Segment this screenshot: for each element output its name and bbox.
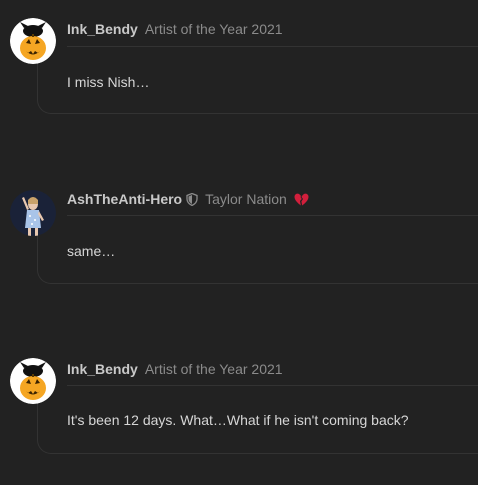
username[interactable]: Ink_Bendy xyxy=(67,361,138,377)
post-header: AshTheAnti-Hero Taylor Nation xyxy=(67,189,309,209)
user-rank: Artist of the Year 2021 xyxy=(144,361,283,377)
divider xyxy=(67,46,478,47)
singer-avatar-icon xyxy=(10,190,56,236)
user-rank: Artist of the Year 2021 xyxy=(144,21,283,37)
post-header: Ink_Bendy Artist of the Year 2021 xyxy=(67,19,283,39)
post-message: It's been 12 days. What…What if he isn't… xyxy=(67,412,409,428)
post-message: same… xyxy=(67,243,116,259)
user-avatar[interactable] xyxy=(10,18,56,64)
post-2: AshTheAnti-Hero Taylor Nation same… xyxy=(0,188,478,308)
post-message: I miss Nish… xyxy=(67,74,150,90)
user-avatar[interactable] xyxy=(10,358,56,404)
shield-icon xyxy=(186,192,198,206)
post-header: Ink_Bendy Artist of the Year 2021 xyxy=(67,359,283,379)
username[interactable]: AshTheAnti-Hero xyxy=(67,191,182,207)
divider xyxy=(67,215,478,216)
post-3: Ink_Bendy Artist of the Year 2021 It's b… xyxy=(0,358,478,478)
user-rank: Taylor Nation xyxy=(205,191,287,207)
bendy-pumpkin-icon xyxy=(10,358,56,404)
broken-heart-icon xyxy=(294,193,309,205)
bendy-pumpkin-icon xyxy=(10,18,56,64)
username[interactable]: Ink_Bendy xyxy=(67,21,138,37)
user-avatar[interactable] xyxy=(10,190,56,236)
post-1: Ink_Bendy Artist of the Year 2021 I miss… xyxy=(0,18,478,138)
divider xyxy=(67,385,478,386)
